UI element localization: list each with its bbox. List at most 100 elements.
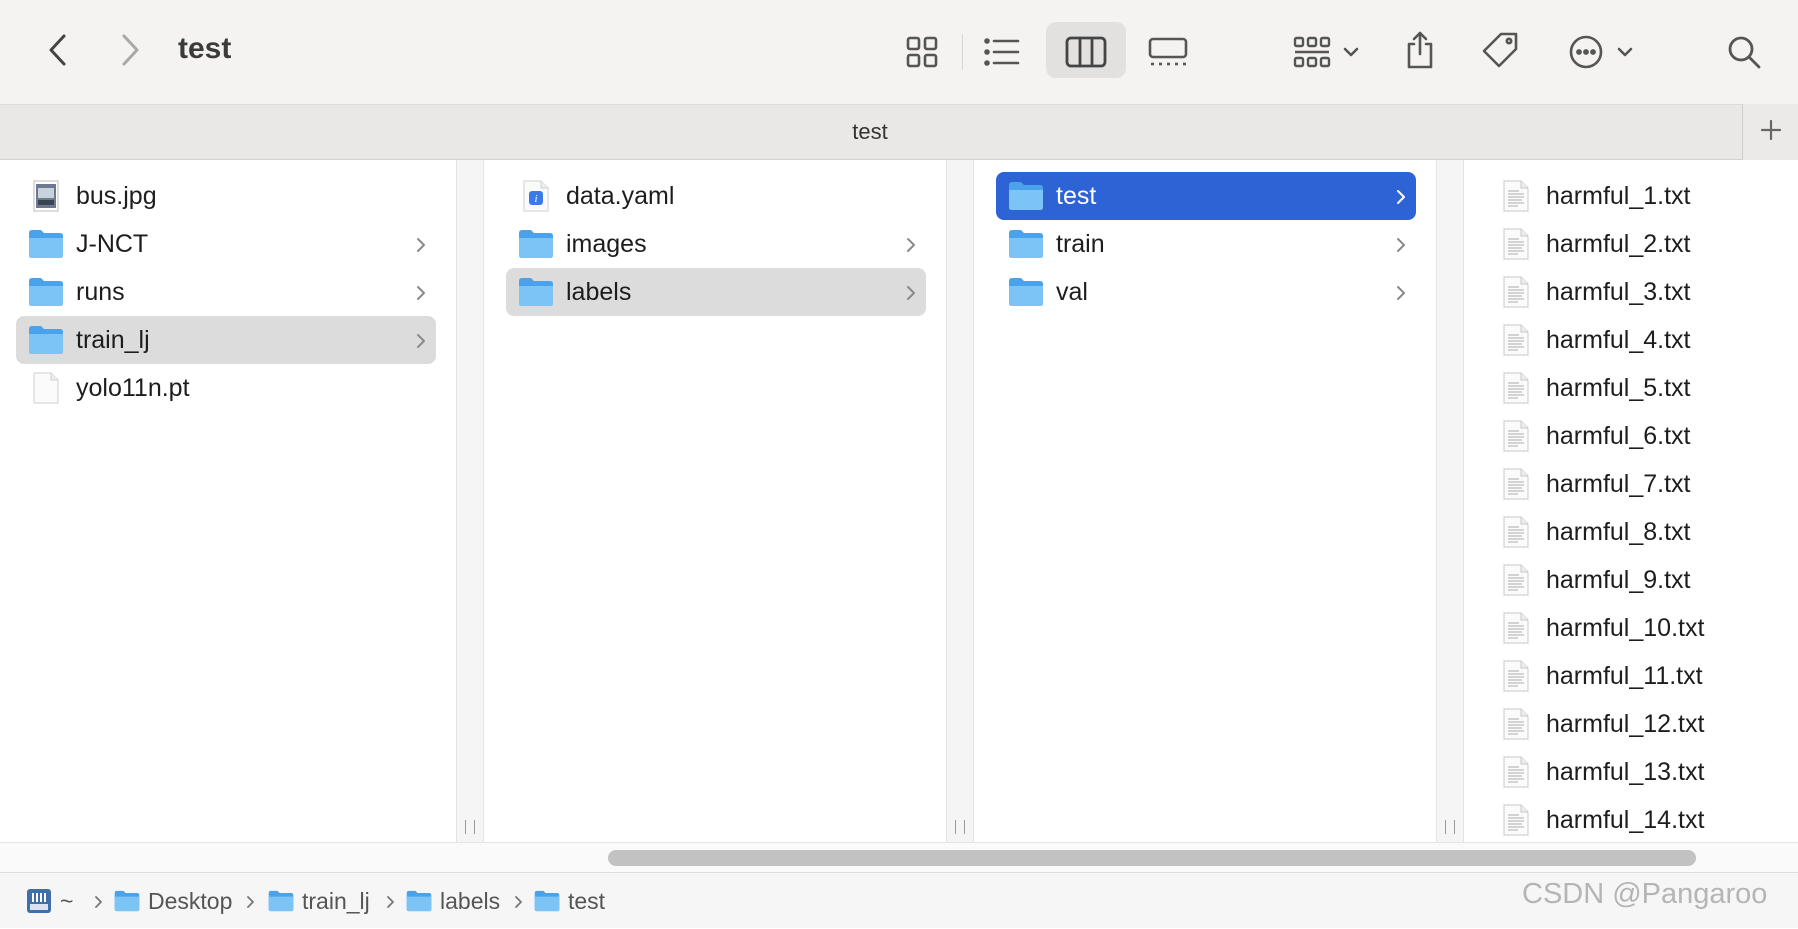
item-label: harmful_12.txt [1546,710,1705,738]
file-row[interactable]: harmful_14.txt [1486,796,1786,844]
text-file-icon [1498,708,1534,740]
item-label: labels [566,278,632,306]
path-crumb[interactable]: labels [406,873,500,929]
more-actions-icon[interactable] [1564,30,1608,74]
watermark: CSDN @Pangaroo [1522,878,1768,910]
path-separator-icon [386,873,396,929]
tag-icon[interactable] [1478,28,1522,72]
item-label: harmful_11.txt [1546,662,1703,690]
file-row[interactable]: harmful_5.txt [1486,364,1786,412]
folder-row[interactable]: train_lj [16,316,436,364]
path-crumb[interactable]: Desktop [114,873,232,929]
path-crumb[interactable]: ~ [26,873,73,929]
chevron-right-icon [906,220,916,268]
file-row[interactable]: harmful_3.txt [1486,268,1786,316]
folder-row[interactable]: val [996,268,1416,316]
item-label: train [1056,230,1105,258]
path-crumb[interactable]: test [534,873,605,929]
list-view-icon[interactable] [980,30,1024,74]
chevron-right-icon [906,268,916,316]
folder-icon [518,228,554,260]
text-file-icon [1498,372,1534,404]
text-file-icon [1498,660,1534,692]
search-icon[interactable] [1722,30,1766,74]
column-resize-handle[interactable] [1436,160,1464,842]
svg-text:i: i [534,193,537,205]
chevron-right-icon [1396,268,1406,316]
file-row[interactable]: harmful_13.txt [1486,748,1786,796]
text-file-icon [1498,516,1534,548]
folder-row[interactable]: test [996,172,1416,220]
folder-row[interactable]: images [506,220,926,268]
item-label: bus.jpg [76,182,157,210]
gallery-view-icon[interactable] [1144,30,1192,74]
file-row[interactable]: harmful_9.txt [1486,556,1786,604]
file-row[interactable]: harmful_1.txt [1486,172,1786,220]
folder-row[interactable]: J-NCT [16,220,436,268]
folder-icon [1008,276,1044,308]
icon-view-grid-icon[interactable] [900,30,944,74]
file-row[interactable]: harmful_4.txt [1486,316,1786,364]
item-label: harmful_7.txt [1546,470,1691,498]
new-tab-button[interactable] [1742,104,1798,160]
tab-title[interactable]: test [0,119,1740,145]
folder-icon [518,276,554,308]
chevron-down-icon[interactable] [1338,40,1364,64]
chevron-right-icon [1396,172,1406,220]
forward-chevron-icon[interactable] [110,30,150,70]
item-label: val [1056,278,1088,306]
horizontal-scrollbar-thumb[interactable] [608,850,1696,866]
chevron-down-icon[interactable] [1612,40,1638,64]
text-file-icon [1498,180,1534,212]
file-row[interactable]: harmful_2.txt [1486,220,1786,268]
text-file-icon [1498,564,1534,596]
folder-row[interactable]: labels [506,268,926,316]
path-crumb[interactable]: train_lj [268,873,370,929]
path-crumb-label: ~ [60,887,74,914]
file-row[interactable]: harmful_11.txt [1486,652,1786,700]
item-label: harmful_14.txt [1546,806,1705,834]
path-separator-icon [94,873,104,929]
item-label: yolo11n.pt [76,374,190,402]
file-row[interactable]: bus.jpg [16,172,436,220]
file-row[interactable]: yolo11n.pt [16,364,436,412]
file-row[interactable]: harmful_8.txt [1486,508,1786,556]
folder-icon [1008,180,1044,212]
folder-icon [114,890,140,912]
text-file-icon [1498,804,1534,836]
item-label: harmful_8.txt [1546,518,1691,546]
file-row[interactable]: harmful_10.txt [1486,604,1786,652]
path-crumb-label: Desktop [148,887,233,914]
file-row[interactable]: harmful_7.txt [1486,460,1786,508]
toolbar-divider [962,34,963,70]
column-resize-handle[interactable] [946,160,974,842]
folder-icon [28,324,64,356]
document-icon [28,372,64,404]
item-label: harmful_6.txt [1546,422,1691,450]
path-crumb-label: train_lj [302,887,370,914]
yaml-file-icon: i [518,180,554,212]
share-icon[interactable] [1400,26,1440,74]
group-by-icon[interactable] [1290,30,1334,74]
file-row[interactable]: i data.yaml [506,172,926,220]
item-label: data.yaml [566,182,675,210]
item-label: harmful_1.txt [1546,182,1691,210]
text-file-icon [1498,756,1534,788]
column-resize-handle[interactable] [456,160,484,842]
item-label: harmful_9.txt [1546,566,1691,594]
item-label: images [566,230,647,258]
resize-grip-icon [955,820,965,834]
path-separator-icon [514,873,524,929]
column-view-icon[interactable] [1062,30,1110,74]
back-chevron-icon[interactable] [38,30,78,70]
chevron-right-icon [1396,220,1406,268]
file-row[interactable]: harmful_12.txt [1486,700,1786,748]
folder-icon [28,228,64,260]
file-row[interactable]: harmful_6.txt [1486,412,1786,460]
folder-row[interactable]: train [996,220,1416,268]
tab-bar: test [0,104,1798,160]
folder-row[interactable]: runs [16,268,436,316]
item-label: test [1056,182,1097,210]
chevron-right-icon [416,316,426,364]
folder-icon [28,276,64,308]
